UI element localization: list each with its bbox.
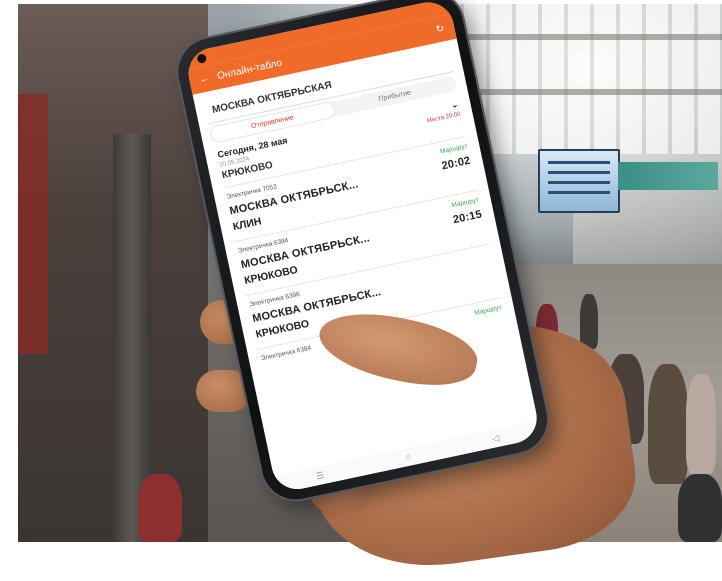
status-link[interactable] [489,250,490,257]
app-title: Онлайн-табло [216,57,283,82]
departure-board [538,149,620,213]
passenger [648,364,688,484]
train-number: Электричка 6384 [260,344,312,363]
chevron-down-icon[interactable]: ⌄ [450,99,460,111]
red-wall-strip [18,94,48,354]
status-link[interactable]: Маршрут [451,197,480,210]
home-icon[interactable]: ○ [404,451,411,462]
passenger [678,474,722,542]
menu-icon[interactable]: ☰ [315,469,325,481]
status-link[interactable]: Маршрут [439,143,468,156]
back-icon[interactable]: ◁ [491,432,500,444]
passenger [686,374,716,474]
station-sign [618,162,718,190]
trip-time: 20:15 [452,208,484,227]
trip-time: 20:02 [440,154,472,173]
trip-time [492,262,494,274]
status-link[interactable]: Маршрут [474,304,503,317]
arrow-left-icon[interactable]: ← [199,73,211,86]
passenger [138,474,182,542]
refresh-icon[interactable]: ↻ [435,23,445,36]
passenger [580,294,598,349]
front-camera [196,53,208,64]
